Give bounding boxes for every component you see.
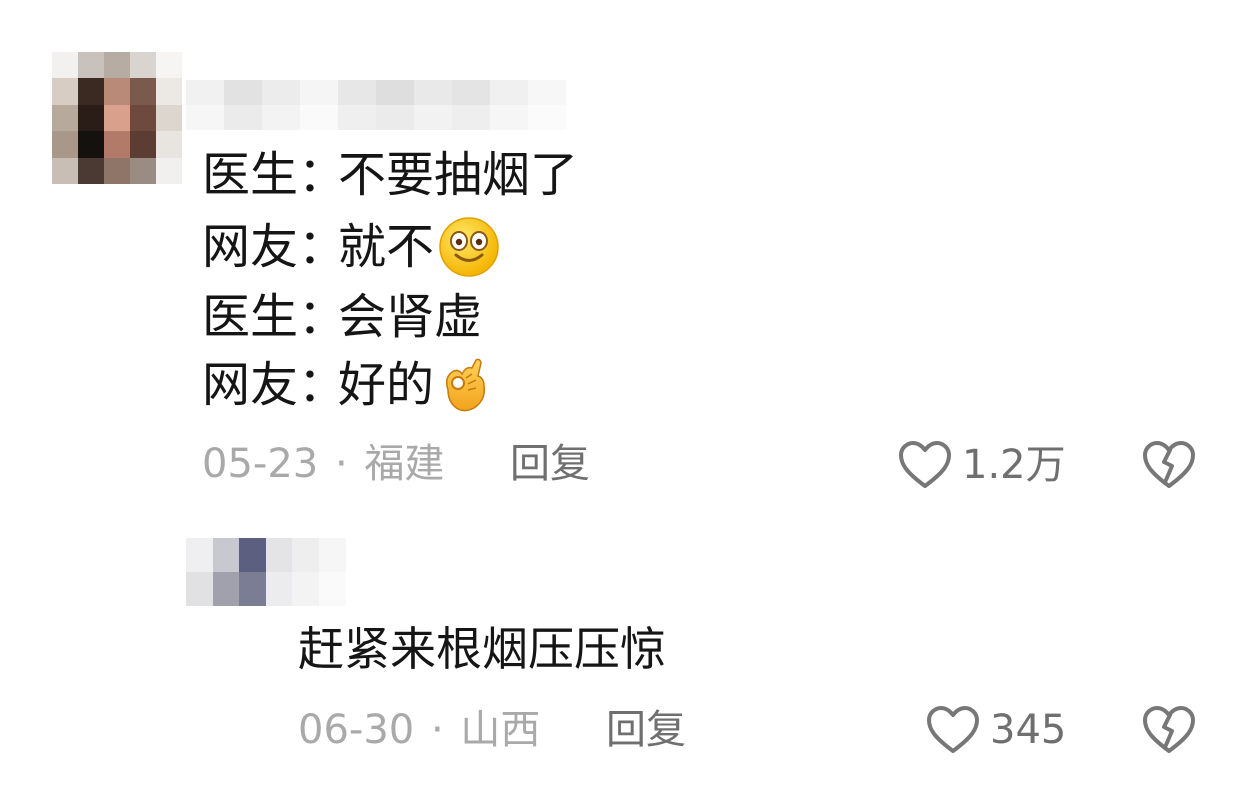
silly-face-emoji [439,217,499,277]
like-count: 1.2万 [962,442,1066,488]
meta-dot: · [430,707,444,753]
broken-heart-icon[interactable] [1142,705,1196,755]
speaker-label: 医生 [202,147,299,203]
comment-line: 网友：好的 [202,356,490,414]
line-text: 不要抽烟了 [338,147,579,203]
avatar[interactable] [186,538,346,606]
reply-text: 赶紧来根烟压压惊 [298,622,666,676]
ok-hand-emoji [445,358,486,412]
comment-item: 医生：不要抽烟了 网友：就不 医生：会肾虚 网友：好的 05-23 · 福建 回… [0,0,1260,500]
line-text: 会肾虚 [338,289,483,345]
comment-date: 05-23 [202,441,319,487]
reply-button[interactable]: 回复 [510,440,590,488]
comment-meta: 05-23 · 福建 [202,440,444,488]
like-count: 345 [990,707,1067,753]
reply-date: 06-30 [298,707,415,753]
reply-button[interactable]: 回复 [606,706,686,754]
reply-location: 山西 [460,707,541,753]
speaker-label: 网友 [202,357,299,413]
comment-line: 网友：就不 [202,216,500,278]
username[interactable] [186,80,566,130]
heart-outline-icon[interactable] [926,705,980,755]
heart-outline-icon[interactable] [898,440,952,490]
speaker-label: 医生 [202,289,299,345]
reply-item: 赶紧来根烟压压惊 06-30 · 山西 回复 345 [0,500,1260,788]
comment-line: 医生：不要抽烟了 [202,146,578,204]
broken-heart-icon[interactable] [1142,440,1196,490]
speaker-label: 网友 [202,219,299,275]
avatar[interactable] [52,52,182,184]
comment-line: 医生：会肾虚 [202,288,482,346]
line-text: 好的 [338,357,435,413]
reply-meta: 06-30 · 山西 [298,706,540,754]
meta-dot: · [334,441,348,487]
line-text: 就不 [338,219,435,275]
comment-location: 福建 [364,441,445,487]
